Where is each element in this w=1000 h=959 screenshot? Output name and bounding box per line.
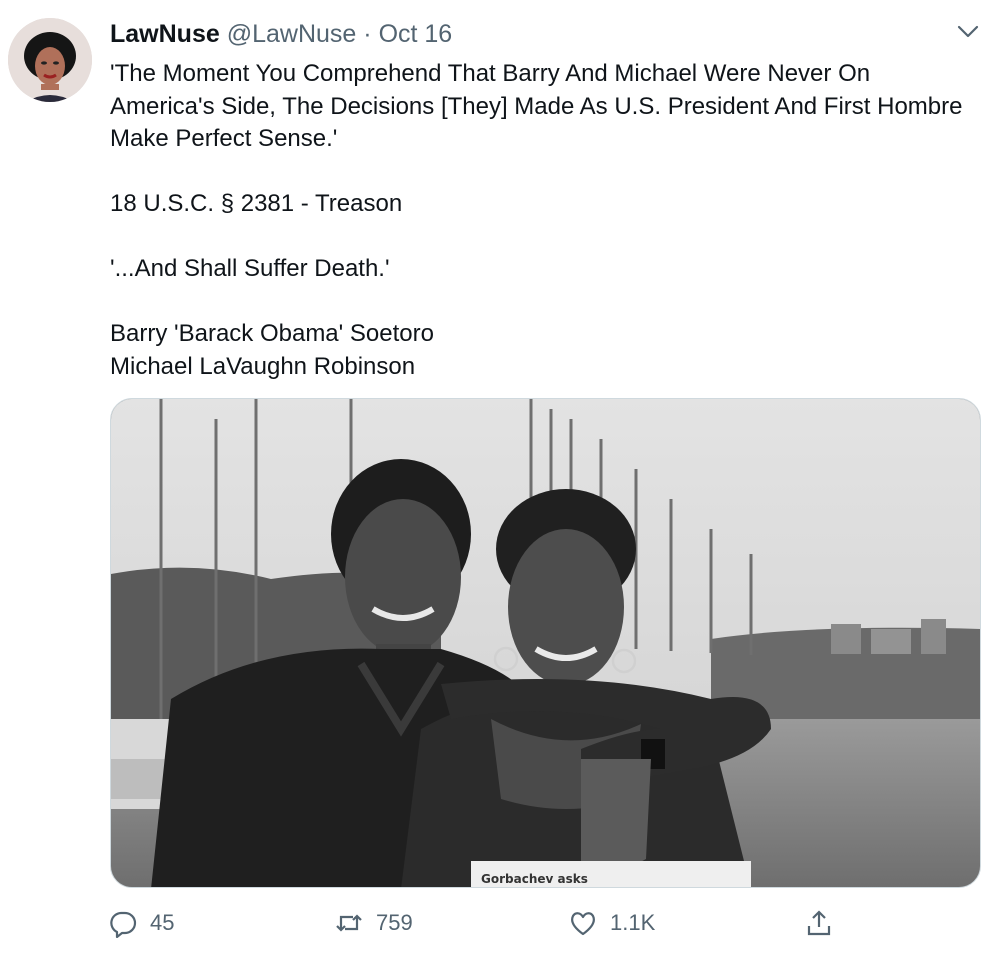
- tweet-text-quote: 'The Moment You Comprehend That Barry An…: [110, 60, 963, 152]
- like-button[interactable]: 1.1K: [568, 905, 655, 941]
- share-button[interactable]: [804, 905, 834, 941]
- newspaper-headline: Gorbachev asks: [481, 872, 588, 886]
- avatar[interactable]: [8, 18, 92, 102]
- like-count: 1.1K: [610, 910, 656, 935]
- tweet-text-name-2: Michael LaVaughn Robinson: [110, 352, 416, 380]
- retweet-count: 759: [376, 910, 413, 935]
- tweet-text-name-1: Barry 'Barack Obama' Soetoro: [110, 320, 434, 347]
- display-name[interactable]: LawNuse: [110, 20, 220, 48]
- separator-dot: ·: [363, 20, 372, 48]
- reply-icon: [110, 911, 137, 938]
- retweet-button[interactable]: 759: [334, 905, 413, 941]
- tweet-date[interactable]: Oct 16: [379, 20, 453, 48]
- user-handle[interactable]: @LawNuse: [227, 20, 357, 48]
- tweet-text-penalty: '...And Shall Suffer Death.': [110, 255, 390, 282]
- retweet-icon: [336, 914, 362, 932]
- tweet-text-statute: 18 U.S.C. § 2381 - Treason: [110, 190, 403, 217]
- black-and-white-photo: Gorbachev asks: [111, 399, 980, 887]
- reply-button[interactable]: 45: [108, 905, 174, 941]
- reply-count: 45: [150, 910, 175, 935]
- tweet-header: LawNuse @LawNuse · Oct 16: [110, 18, 452, 50]
- tweet-text: 'The Moment You Comprehend That Barry An…: [110, 58, 970, 383]
- tweet-actions: 45 759 1.1K: [108, 905, 848, 941]
- more-options-button[interactable]: [955, 22, 981, 42]
- share-icon: [807, 910, 831, 936]
- tweet-card: LawNuse @LawNuse · Oct 16 'The Moment Yo…: [0, 0, 1000, 959]
- tweet-photo[interactable]: Gorbachev asks: [110, 398, 981, 888]
- avatar-portrait-icon: [8, 18, 92, 102]
- chevron-down-icon: [957, 25, 979, 38]
- heart-icon: [571, 912, 595, 936]
